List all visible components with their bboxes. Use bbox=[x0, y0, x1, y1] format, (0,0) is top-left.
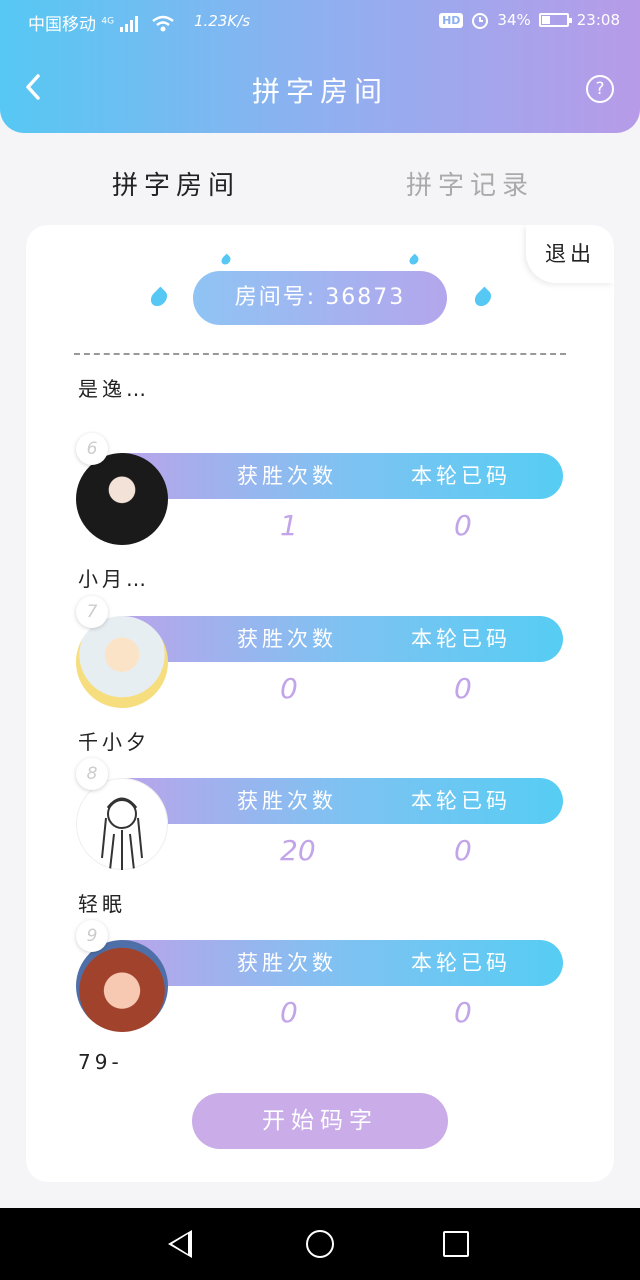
droplet-decoration-icon bbox=[407, 253, 421, 267]
wins-value: 20 bbox=[280, 834, 316, 867]
typed-value: 0 bbox=[454, 509, 472, 542]
nav-back-icon[interactable] bbox=[168, 1230, 192, 1258]
droplet-decoration-icon bbox=[471, 286, 495, 310]
status-right: HD 34% 23:08 bbox=[439, 11, 620, 29]
clock: 23:08 bbox=[576, 11, 620, 29]
app-header: 中国移动 4G 1.23K/s HD 34% 23:08 拼字房间 ? bbox=[0, 0, 640, 133]
wins-value: 0 bbox=[280, 672, 298, 705]
network-type: 4G bbox=[101, 16, 115, 27]
typed-label: 本轮已码 bbox=[411, 789, 511, 813]
help-button[interactable]: ? bbox=[586, 75, 614, 103]
typed-label: 本轮已码 bbox=[411, 464, 511, 488]
player-row: 获胜次数 本轮已码 6 1 0 小月… bbox=[26, 433, 614, 615]
player-row: 0 0 是逸… bbox=[26, 355, 614, 425]
room-card: 退出 房间号: 36873 0 0 是逸… 获胜次数 本轮已码 6 1 0 小月… bbox=[26, 225, 614, 1182]
wifi-icon bbox=[152, 15, 174, 32]
droplet-decoration-icon bbox=[219, 253, 233, 267]
alarm-icon bbox=[472, 13, 489, 29]
nav-home-icon[interactable] bbox=[306, 1230, 334, 1258]
rank-badge: 9 bbox=[76, 920, 108, 952]
avatar[interactable] bbox=[76, 778, 168, 870]
wins-value: 1 bbox=[280, 509, 298, 542]
battery-percent: 34% bbox=[497, 11, 531, 29]
rank-badge: 7 bbox=[76, 596, 108, 628]
tab-records[interactable]: 拼字记录 bbox=[406, 165, 534, 202]
signal-icon bbox=[119, 16, 138, 32]
battery-level bbox=[541, 16, 550, 24]
player-name: 是逸… bbox=[78, 377, 150, 401]
avatar[interactable] bbox=[76, 616, 168, 708]
player-row: 获胜次数 本轮已码 7 0 0 千小夕 bbox=[26, 596, 614, 778]
player-row: 获胜次数 本轮已码 8 20 0 轻眠 bbox=[26, 758, 614, 940]
hd-icon: HD bbox=[439, 12, 464, 28]
player-name: 千小夕 bbox=[78, 730, 150, 754]
network-speed: 1.23K/s bbox=[194, 12, 251, 30]
room-number-badge: 房间号: 36873 bbox=[193, 271, 447, 325]
typed-value: 0 bbox=[454, 834, 472, 867]
typed-label: 本轮已码 bbox=[411, 951, 511, 975]
avatar[interactable] bbox=[76, 940, 168, 1032]
nav-recents-icon[interactable] bbox=[443, 1231, 469, 1257]
start-typing-button[interactable]: 开始码字 bbox=[192, 1093, 448, 1149]
wins-label: 获胜次数 bbox=[237, 627, 337, 651]
system-nav-bar bbox=[0, 1208, 640, 1280]
carrier-label: 中国移动 4G bbox=[28, 10, 175, 35]
tab-bar: 拼字房间 拼字记录 bbox=[0, 165, 640, 205]
wins-label: 获胜次数 bbox=[237, 464, 337, 488]
player-name: 小月… bbox=[78, 567, 150, 591]
tab-room[interactable]: 拼字房间 bbox=[112, 165, 240, 202]
player-name: 轻眠 bbox=[78, 892, 126, 916]
stats-bar: 获胜次数 本轮已码 bbox=[121, 453, 563, 499]
typed-value: 0 bbox=[454, 996, 472, 1029]
rank-badge: 6 bbox=[76, 433, 108, 465]
rank-badge: 8 bbox=[76, 758, 108, 790]
wins-value: 0 bbox=[280, 996, 298, 1029]
carrier-name: 中国移动 bbox=[28, 15, 96, 35]
status-bar: 中国移动 4G 1.23K/s HD 34% 23:08 bbox=[0, 0, 640, 44]
page-title: 拼字房间 bbox=[251, 75, 388, 108]
avatar[interactable] bbox=[76, 453, 168, 545]
typed-label: 本轮已码 bbox=[411, 627, 511, 651]
stats-bar: 获胜次数 本轮已码 bbox=[121, 940, 563, 986]
sketch-portrait-icon bbox=[101, 797, 143, 870]
stats-bar: 获胜次数 本轮已码 bbox=[121, 778, 563, 824]
battery-icon bbox=[538, 13, 572, 27]
droplet-decoration-icon bbox=[147, 286, 171, 310]
wins-label: 获胜次数 bbox=[237, 789, 337, 813]
wins-label: 获胜次数 bbox=[237, 951, 337, 975]
exit-button[interactable]: 退出 bbox=[526, 225, 614, 283]
player-row: 获胜次数 本轮已码 9 0 0 79- bbox=[26, 920, 614, 1090]
typed-value: 0 bbox=[454, 672, 472, 705]
question-circle-icon: ? bbox=[595, 79, 605, 99]
player-list[interactable]: 0 0 是逸… 获胜次数 本轮已码 6 1 0 小月… 获胜次数 本轮已码 7 … bbox=[26, 355, 614, 1090]
player-name: 79- bbox=[78, 1050, 123, 1074]
stats-bar: 获胜次数 本轮已码 bbox=[121, 616, 563, 662]
